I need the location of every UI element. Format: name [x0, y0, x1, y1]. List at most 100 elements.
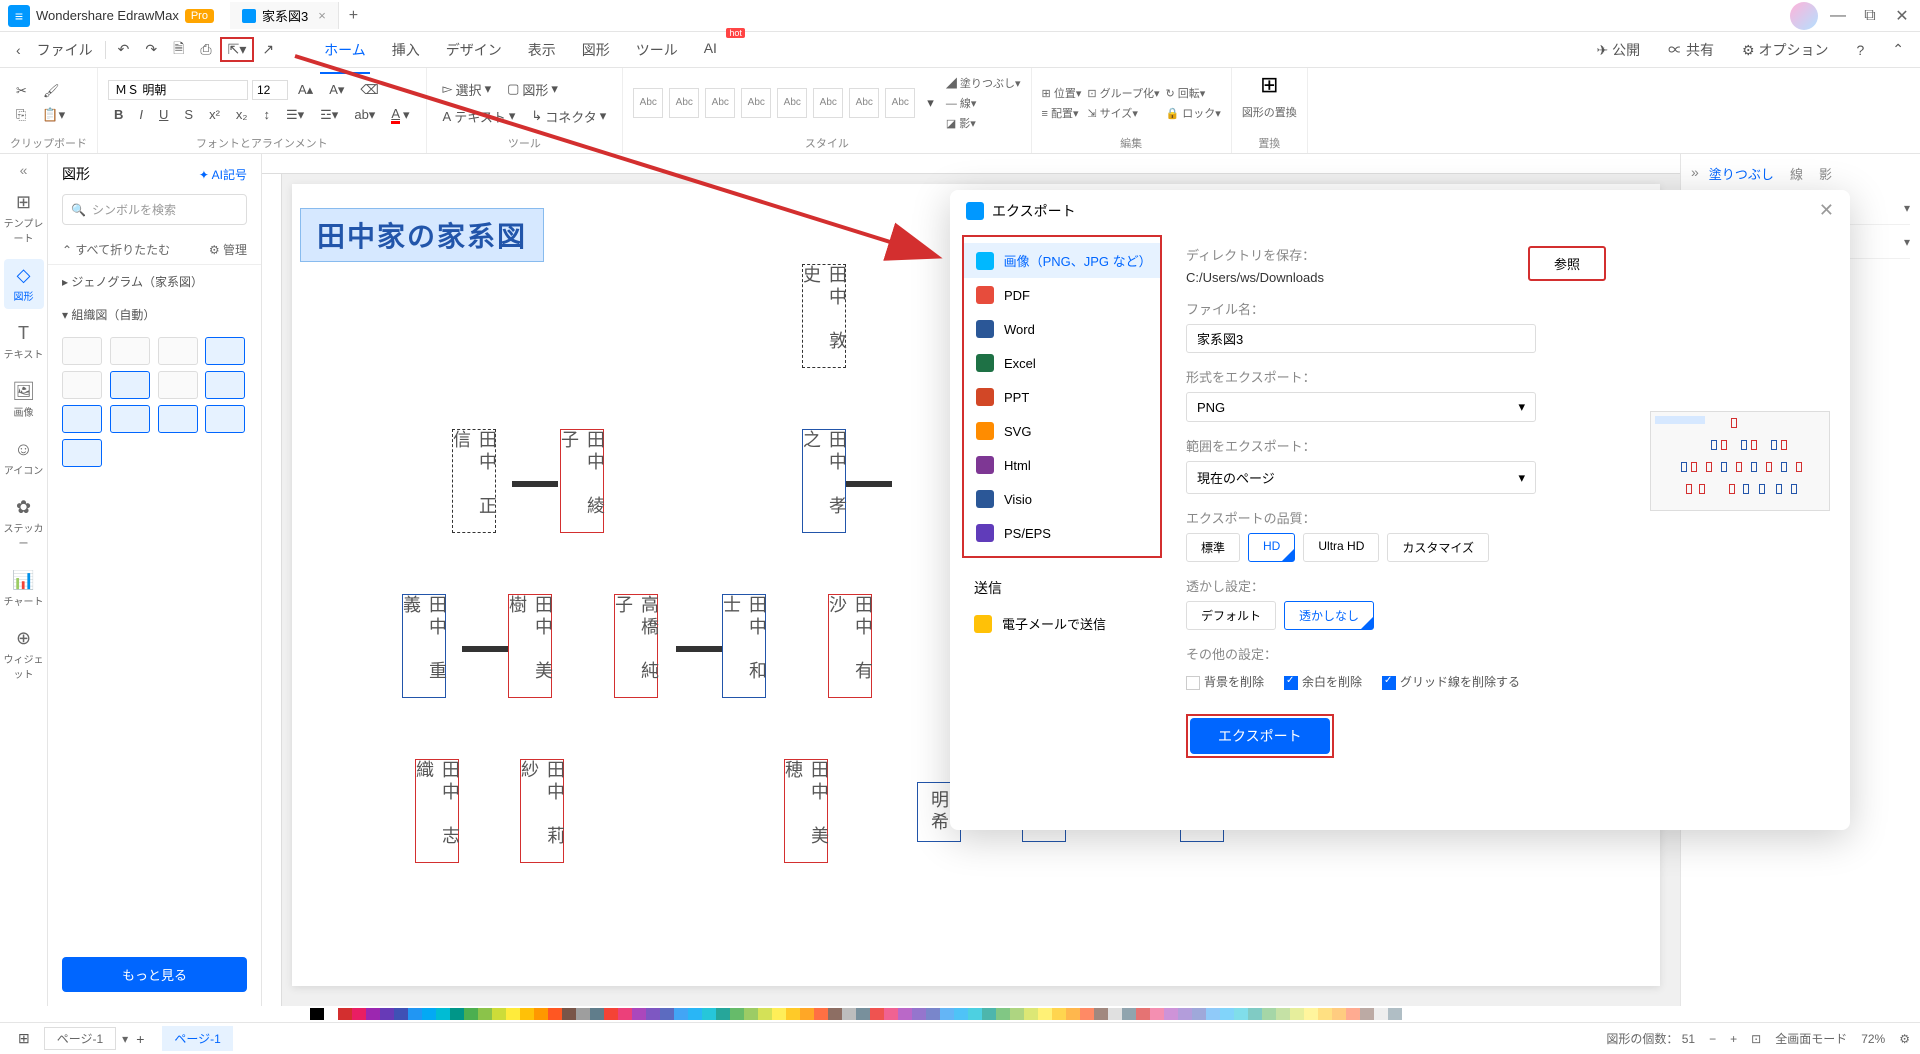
shape-thumb[interactable] — [158, 405, 198, 433]
leftbar-widget[interactable]: ⊕ウィジェット — [4, 622, 44, 687]
quality-ultrahd[interactable]: Ultra HD — [1303, 533, 1379, 562]
minimize-icon[interactable]: — — [1828, 6, 1848, 26]
clear-format-button[interactable]: ⌫ — [354, 79, 384, 101]
quality-hd[interactable]: HD — [1248, 533, 1295, 562]
color-swatch[interactable] — [674, 1008, 688, 1020]
format-select[interactable]: PNG▾ — [1186, 392, 1536, 422]
leftbar-template[interactable]: ⊞テンプレート — [4, 186, 44, 251]
color-swatch[interactable] — [478, 1008, 492, 1020]
style-preview-8[interactable]: Abc — [885, 88, 915, 118]
scope-select[interactable]: 現在のページ▾ — [1186, 461, 1536, 494]
color-swatch[interactable] — [744, 1008, 758, 1020]
help-button[interactable]: ? — [1848, 38, 1872, 62]
export-format-word[interactable]: Word — [964, 312, 1160, 346]
text-button[interactable]: A テキスト▾ — [437, 104, 522, 129]
tree-node[interactable]: 田中 敦史 — [802, 264, 846, 368]
leftbar-shapes[interactable]: ◇図形 — [4, 259, 44, 309]
group-button[interactable]: ⊡ グループ化▾ — [1087, 85, 1159, 101]
underline-button[interactable]: U — [153, 104, 174, 125]
tree-node[interactable]: 田中 和士 — [722, 594, 766, 698]
color-swatch[interactable] — [1038, 1008, 1052, 1020]
color-swatch[interactable] — [1318, 1008, 1332, 1020]
color-swatch[interactable] — [940, 1008, 954, 1020]
more-shapes-button[interactable]: もっと見る — [62, 957, 247, 992]
ai-sign-button[interactable]: ✦ AI記号 — [199, 166, 247, 183]
color-swatch[interactable] — [926, 1008, 940, 1020]
page-select[interactable]: ページ-1 — [44, 1027, 116, 1050]
shape-thumb[interactable] — [205, 337, 245, 365]
manage-button[interactable]: ⚙ 管理 — [209, 241, 247, 258]
checkbox-option[interactable]: 背景を削除 — [1186, 673, 1264, 690]
share-button[interactable]: ∝ 共有 — [1660, 36, 1722, 64]
style-preview-3[interactable]: Abc — [705, 88, 735, 118]
tab-ai[interactable]: AI — [692, 34, 729, 66]
style-more-button[interactable]: ▾ — [921, 92, 940, 114]
color-swatch[interactable] — [1122, 1008, 1136, 1020]
send-email-button[interactable]: 電子メールで送信 — [962, 606, 1162, 641]
color-swatch[interactable] — [828, 1008, 842, 1020]
checkbox-option[interactable]: 余白を削除 — [1284, 673, 1362, 690]
watermark-default[interactable]: デフォルト — [1186, 601, 1276, 630]
close-icon[interactable]: ✕ — [1892, 6, 1912, 26]
document-tab[interactable]: 家系図3 × — [230, 2, 339, 29]
back-button[interactable]: ‹ — [8, 38, 29, 62]
collapse-ribbon-button[interactable]: ⌃ — [1884, 37, 1912, 62]
leftbar-icon[interactable]: ☺アイコン — [4, 433, 44, 483]
zoom-in-button[interactable]: + — [1730, 1032, 1737, 1046]
add-tab-button[interactable]: + — [339, 7, 368, 25]
avatar[interactable] — [1790, 2, 1818, 30]
connector-button[interactable]: ↳ コネクタ▾ — [525, 104, 612, 129]
color-swatch[interactable] — [1178, 1008, 1192, 1020]
tab-tool[interactable]: ツール — [624, 34, 690, 66]
page-tab[interactable]: ページ-1 — [162, 1026, 232, 1051]
fullscreen-button[interactable]: 全画面モード — [1775, 1030, 1847, 1047]
color-swatch[interactable] — [954, 1008, 968, 1020]
shape-thumb[interactable] — [62, 337, 102, 365]
color-swatch[interactable] — [716, 1008, 730, 1020]
color-swatch[interactable] — [534, 1008, 548, 1020]
tree-node[interactable]: 田中 莉紗 — [520, 759, 564, 863]
color-swatch[interactable] — [1248, 1008, 1262, 1020]
color-swatch[interactable] — [338, 1008, 352, 1020]
color-swatch[interactable] — [562, 1008, 576, 1020]
tab-home[interactable]: ホーム — [312, 34, 378, 66]
lock-button[interactable]: 🔒 ロック▾ — [1166, 105, 1221, 121]
category-orgchart[interactable]: ▾ 組織図（自動） — [48, 298, 261, 331]
color-swatch[interactable] — [786, 1008, 800, 1020]
tree-node[interactable]: 田中 重義 — [402, 594, 446, 698]
spacing-button[interactable]: ↕ — [257, 104, 276, 125]
style-preview-6[interactable]: Abc — [813, 88, 843, 118]
color-swatch[interactable] — [436, 1008, 450, 1020]
shape-thumb[interactable] — [205, 371, 245, 399]
color-swatch[interactable] — [870, 1008, 884, 1020]
color-swatch[interactable] — [1220, 1008, 1234, 1020]
color-swatch[interactable] — [1234, 1008, 1248, 1020]
publish-button[interactable]: ✈ 公開 — [1589, 36, 1649, 64]
style-preview-7[interactable]: Abc — [849, 88, 879, 118]
shape-thumb[interactable] — [62, 405, 102, 433]
color-swatch[interactable] — [366, 1008, 380, 1020]
export-format-svg[interactable]: SVG — [964, 414, 1160, 448]
color-swatch[interactable] — [520, 1008, 534, 1020]
color-swatch[interactable] — [1150, 1008, 1164, 1020]
bullets-button[interactable]: ☲▾ — [314, 104, 344, 126]
color-swatch[interactable] — [898, 1008, 912, 1020]
tree-node[interactable]: 高橋 純子 — [614, 594, 658, 698]
rightbar-tab-shadow[interactable]: 影 — [1819, 164, 1832, 183]
export-format-visio[interactable]: Visio — [964, 482, 1160, 516]
shape-thumb[interactable] — [110, 371, 150, 399]
filename-input[interactable] — [1186, 324, 1536, 353]
subscript-button[interactable]: x₂ — [230, 104, 254, 125]
tree-node[interactable]: 田中 美穂 — [784, 759, 828, 863]
color-swatch[interactable] — [548, 1008, 562, 1020]
color-swatch[interactable] — [982, 1008, 996, 1020]
color-swatch[interactable] — [688, 1008, 702, 1020]
color-swatch[interactable] — [1192, 1008, 1206, 1020]
color-swatch[interactable] — [1374, 1008, 1388, 1020]
color-swatch[interactable] — [352, 1008, 366, 1020]
color-swatch[interactable] — [884, 1008, 898, 1020]
dialog-close-icon[interactable]: ✕ — [1819, 200, 1834, 221]
quality-standard[interactable]: 標準 — [1186, 533, 1240, 562]
arrow-button[interactable]: ↗ — [254, 37, 282, 62]
rightbar-tab-fill[interactable]: 塗りつぶし — [1709, 164, 1774, 183]
